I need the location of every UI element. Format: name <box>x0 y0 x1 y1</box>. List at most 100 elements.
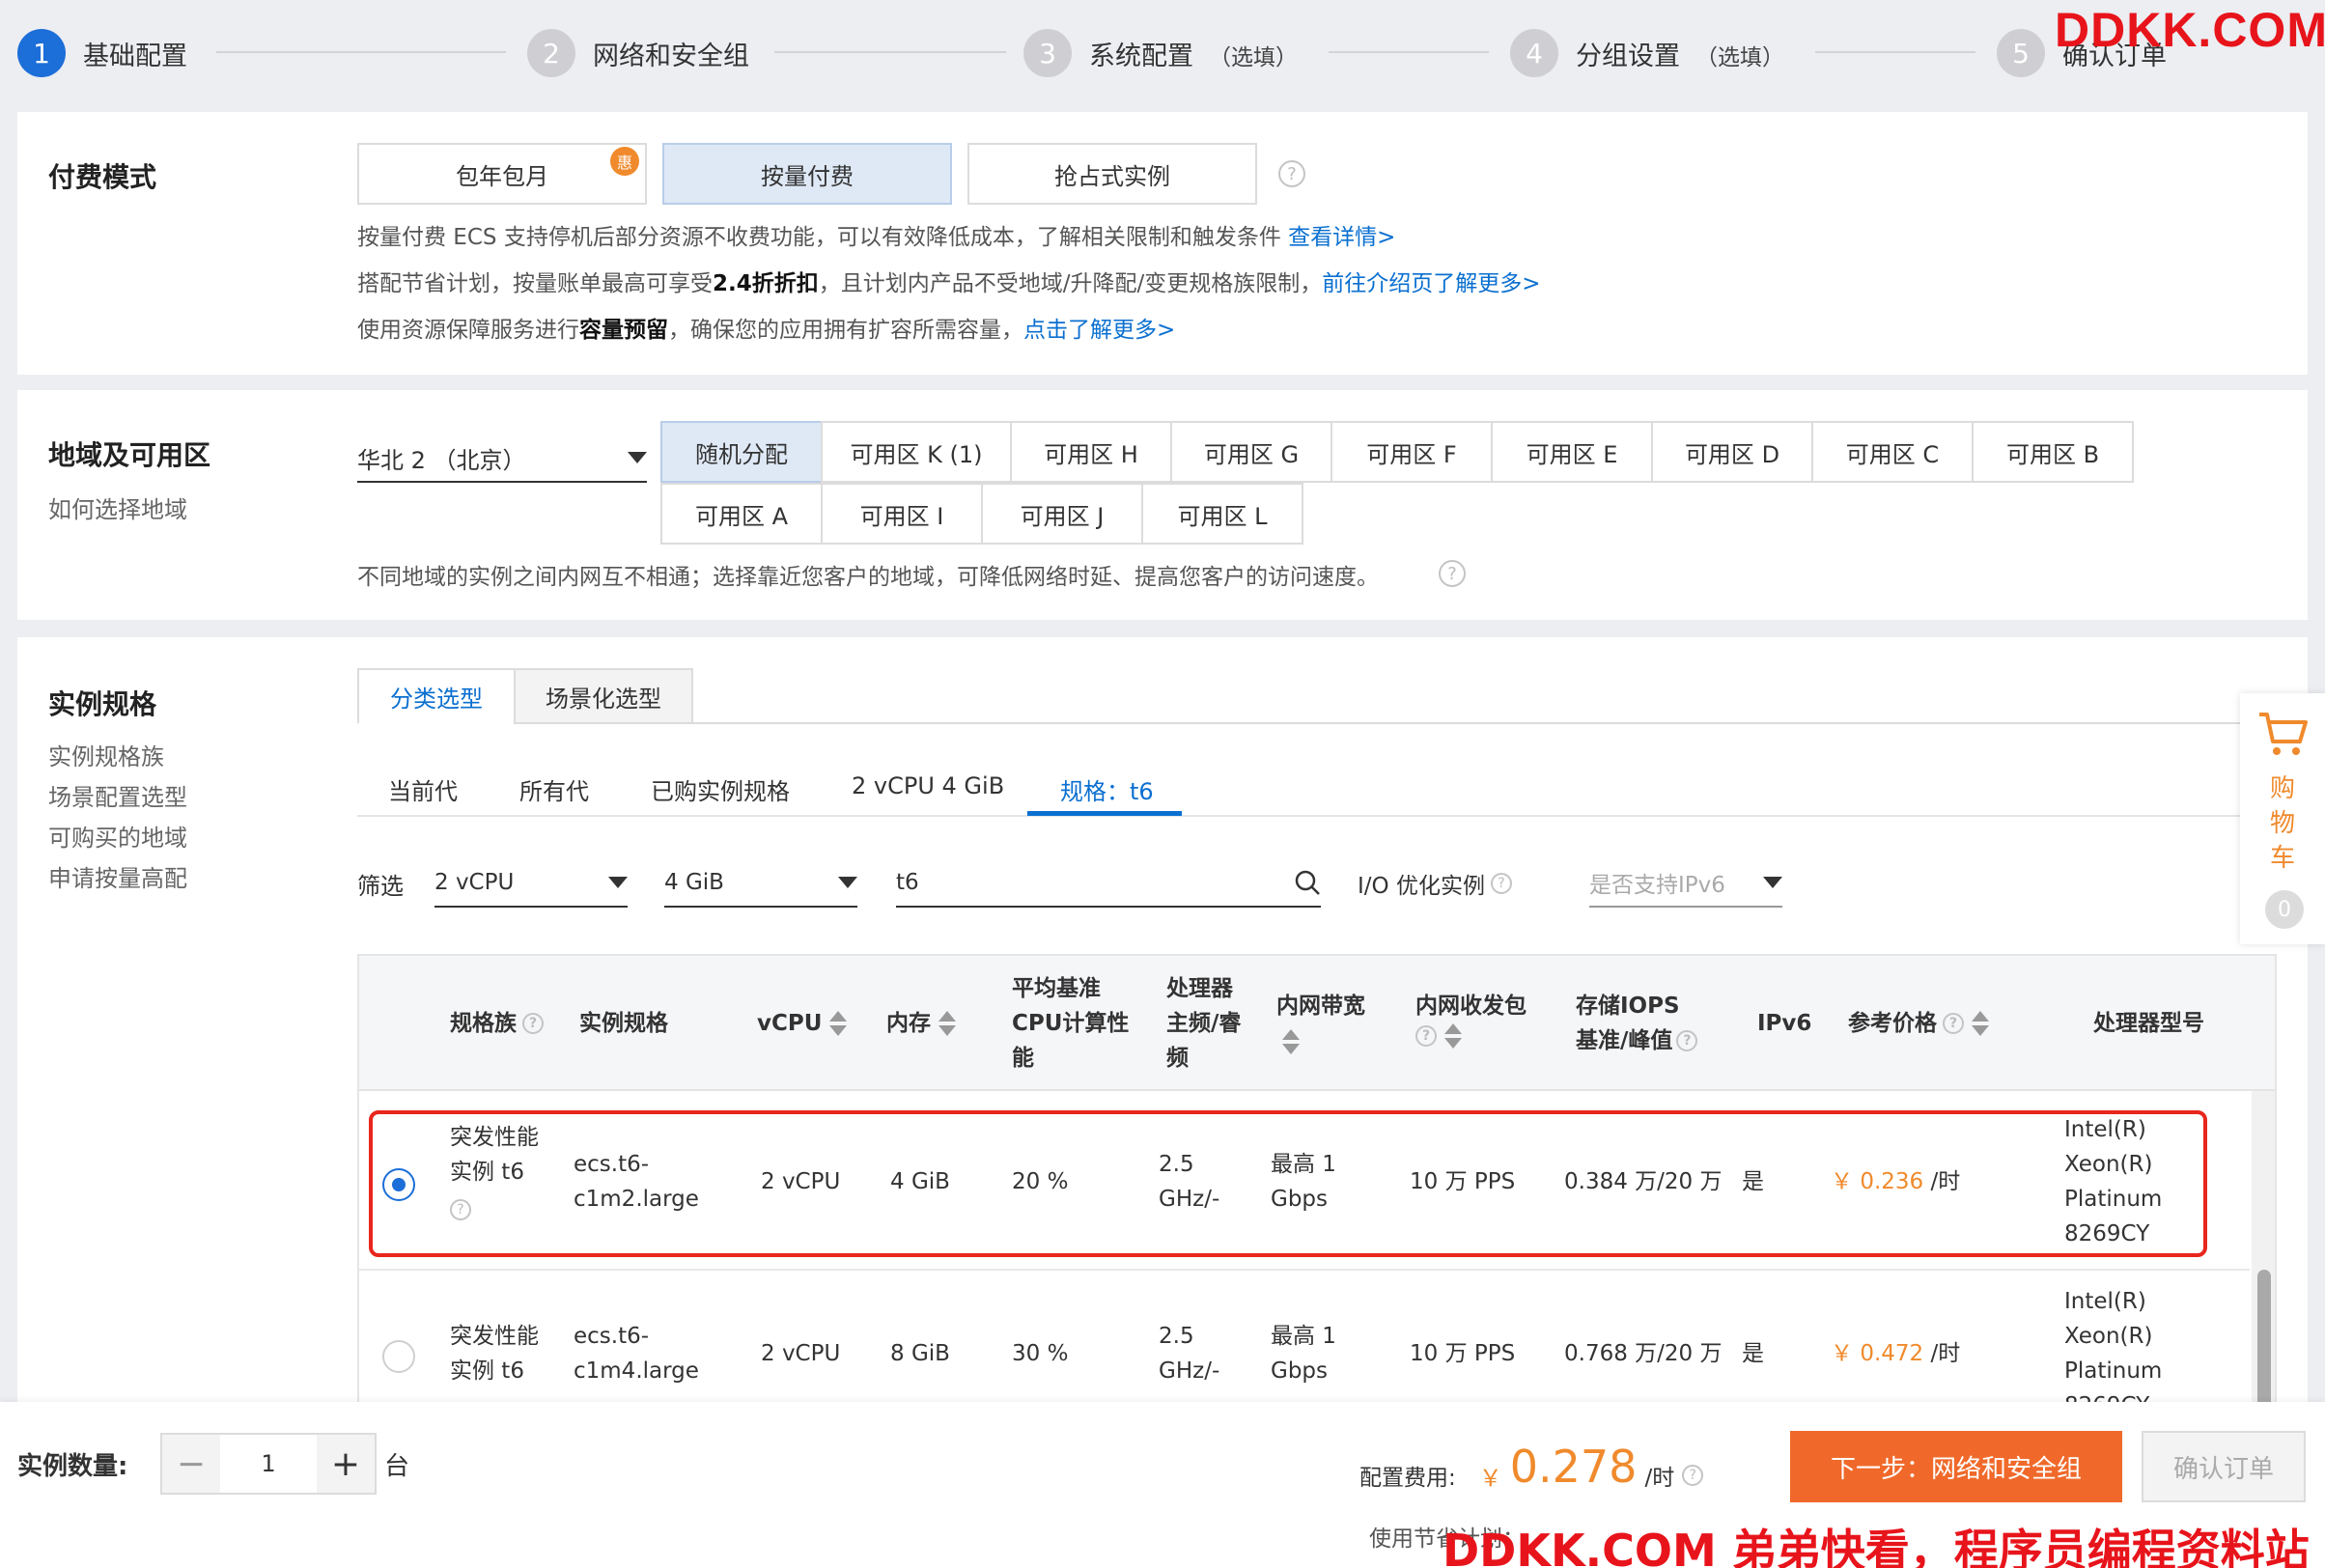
table-row[interactable]: 突发性能 实例 t6 ecs.t6- c1m4.large 2 vCPU 8 G… <box>359 1273 2250 1408</box>
billing-option-preemptible[interactable]: 抢占式实例 <box>967 143 1257 205</box>
zone-option-g[interactable]: 可用区 G <box>1170 421 1332 483</box>
zone-option-k[interactable]: 可用区 K (1) <box>821 421 1012 483</box>
zone-option-b[interactable]: 可用区 B <box>1972 421 2134 483</box>
subtab-t6[interactable]: 规格：t6 <box>1060 772 1154 806</box>
zone-option-j[interactable]: 可用区 J <box>981 483 1143 545</box>
table-scrollbar[interactable] <box>2252 1091 2275 1406</box>
billing-note-3-rest: ，确保您的应用拥有扩容所需容量， <box>668 318 1023 343</box>
tab-scenario[interactable]: 场景化选型 <box>514 668 693 724</box>
ipv6-filter-select[interactable]: 是否支持IPv6 <box>1589 859 1782 908</box>
spec-search-input[interactable]: t6 <box>896 859 1321 908</box>
region-select[interactable]: 华北 2 （北京） <box>357 434 647 483</box>
help-icon[interactable]: ? <box>1943 1013 1964 1034</box>
zone-option-h[interactable]: 可用区 H <box>1010 421 1172 483</box>
price-unit: /时 <box>1930 1341 1961 1366</box>
zone-option-e[interactable]: 可用区 E <box>1491 421 1653 483</box>
confirm-order-button[interactable]: 确认订单 <box>2142 1431 2306 1502</box>
spec-title: 实例规格 <box>48 688 157 720</box>
billing-option-subscription[interactable]: 包年包月 <box>357 143 647 205</box>
capacity-link[interactable]: 点击了解更多> <box>1023 318 1175 343</box>
billing-note-2-text: 搭配节省计划，按量账单最高可享受 <box>357 271 713 296</box>
sort-icon[interactable] <box>1972 1011 1989 1036</box>
help-icon[interactable]: ? <box>1490 873 1512 894</box>
vcpu-filter-value: 2 vCPU <box>434 870 515 895</box>
vcpu-filter-select[interactable]: 2 vCPU <box>434 859 628 908</box>
zone-option-a[interactable]: 可用区 A <box>660 483 823 545</box>
step-3-text: 系统配置 <box>1089 42 1193 71</box>
step-4-circle[interactable]: 4 <box>1510 29 1558 77</box>
side-link-scenario[interactable]: 场景配置选型 <box>48 778 187 812</box>
side-link-regions[interactable]: 可购买的地域 <box>48 819 187 853</box>
next-step-button[interactable]: 下一步：网络和安全组 <box>1790 1431 2122 1502</box>
col-spec: 实例规格 <box>579 1011 668 1036</box>
subtab-all[interactable]: 所有代 <box>519 772 589 806</box>
zone-option-l[interactable]: 可用区 L <box>1141 483 1303 545</box>
increase-button[interactable]: + <box>317 1435 375 1493</box>
savings-plan-link[interactable]: 前往介绍页了解更多> <box>1322 271 1540 296</box>
step-divider <box>774 51 1006 53</box>
col-bandwidth[interactable]: 内网带宽 <box>1276 989 1365 1058</box>
row-radio[interactable] <box>382 1340 415 1373</box>
step-2-label[interactable]: 网络和安全组 <box>593 35 749 72</box>
scrollbar-thumb[interactable] <box>2257 1270 2271 1406</box>
ipv6-filter-placeholder: 是否支持IPv6 <box>1589 873 1725 898</box>
cell-cpu-model: Intel(R) Xeon(R) Platinum 8269CY <box>2064 1289 2163 1408</box>
billing-option-pay-as-you-go[interactable]: 按量付费 <box>662 143 952 205</box>
sort-icon[interactable] <box>829 1011 848 1036</box>
col-memory[interactable]: 内存 <box>886 1006 956 1041</box>
step-3-circle[interactable]: 3 <box>1023 29 1072 77</box>
step-4-label[interactable]: 分组设置 （选填） <box>1576 35 1784 72</box>
filter-label: 筛选 <box>357 873 404 900</box>
help-icon[interactable]: ? <box>1278 160 1305 187</box>
zone-option-f[interactable]: 可用区 F <box>1331 421 1493 483</box>
subtab-purchased[interactable]: 已购实例规格 <box>651 772 790 806</box>
fee-label: 配置费用: <box>1359 1466 1456 1491</box>
zone-option-i[interactable]: 可用区 I <box>821 483 983 545</box>
chevron-down-icon <box>608 877 628 888</box>
decrease-button[interactable]: − <box>162 1435 220 1493</box>
step-1-label[interactable]: 基础配置 <box>83 35 187 72</box>
side-link-apply[interactable]: 申请按量高配 <box>48 859 187 893</box>
help-icon[interactable]: ? <box>522 1013 544 1034</box>
search-icon[interactable] <box>1294 869 1321 896</box>
subtab-current[interactable]: 当前代 <box>388 772 458 806</box>
step-1-circle[interactable]: 1 <box>17 29 66 77</box>
sort-icon[interactable] <box>938 1011 956 1036</box>
promo-badge: 惠 <box>610 147 639 176</box>
io-optimized-label: I/O 优化实例? <box>1358 867 1512 900</box>
col-iops-line1: 存储IOPS <box>1576 994 1680 1019</box>
quantity-input[interactable]: 1 <box>220 1435 317 1493</box>
shopping-cart[interactable]: 购 物 车 0 <box>2240 693 2325 944</box>
col-vcpu[interactable]: vCPU <box>757 1006 848 1041</box>
zone-option-random[interactable]: 随机分配 <box>660 421 823 483</box>
col-pps[interactable]: 内网收发包? <box>1415 989 1527 1049</box>
step-divider <box>1815 51 1975 53</box>
view-details-link[interactable]: 查看详情> <box>1288 225 1395 250</box>
region-help-link[interactable]: 如何选择地域 <box>48 490 187 524</box>
cell-price: ￥ 0.472 /时 <box>1831 1336 1960 1371</box>
help-icon[interactable]: ? <box>1676 1030 1698 1051</box>
help-icon[interactable]: ? <box>1439 560 1466 587</box>
help-icon[interactable]: ? <box>1415 1025 1437 1047</box>
side-link-family[interactable]: 实例规格族 <box>48 738 164 771</box>
zone-option-d[interactable]: 可用区 D <box>1651 421 1813 483</box>
zone-option-c[interactable]: 可用区 C <box>1811 421 1974 483</box>
step-divider <box>1329 51 1489 53</box>
cell-cpu-perf: 30 % <box>1012 1341 1069 1366</box>
subtab-divider <box>357 815 2277 817</box>
step-2-circle[interactable]: 2 <box>527 29 575 77</box>
subtab-2vcpu-4gib[interactable]: 2 vCPU 4 GiB <box>852 772 1004 799</box>
fee-currency: ￥ <box>1478 1464 1502 1492</box>
memory-filter-select[interactable]: 4 GiB <box>664 859 857 908</box>
sort-icon[interactable] <box>1444 1023 1462 1049</box>
cart-icon <box>2259 713 2308 755</box>
step-3-label[interactable]: 系统配置 （选填） <box>1089 35 1298 72</box>
quantity-stepper: − 1 + <box>160 1433 377 1495</box>
tab-category[interactable]: 分类选型 <box>357 668 516 724</box>
step-5-circle[interactable]: 5 <box>1997 29 2045 77</box>
step-divider <box>216 51 506 53</box>
sort-icon[interactable] <box>1282 1028 1300 1054</box>
help-icon[interactable]: ? <box>1682 1465 1704 1486</box>
col-price[interactable]: 参考价格? <box>1848 1006 1989 1041</box>
col-frequency: 处理器 主频/睿 频 <box>1166 976 1242 1071</box>
